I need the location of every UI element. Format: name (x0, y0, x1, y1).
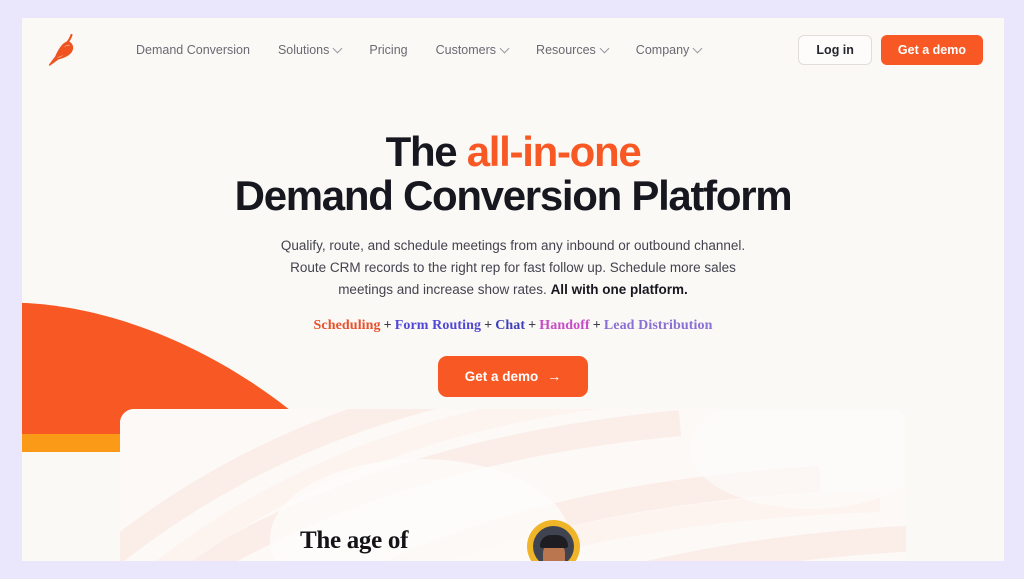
feature-separator: + (383, 317, 392, 333)
nav-item-solutions[interactable]: Solutions (264, 37, 355, 63)
nav-item-company[interactable]: Company (622, 37, 716, 63)
chili-pepper-logo-icon[interactable] (42, 30, 86, 74)
subhead-bold: All with one platform. (550, 282, 688, 298)
nav-item-resources[interactable]: Resources (522, 37, 622, 63)
avatar-inner (533, 526, 574, 561)
headline-plain: The (385, 128, 467, 175)
subhead-line-1: Qualify, route, and schedule meetings fr… (280, 238, 746, 254)
chevron-down-icon (599, 43, 610, 53)
nav-label: Customers (435, 43, 497, 57)
login-button[interactable]: Log in (798, 35, 872, 65)
feature-chat[interactable]: Chat (495, 318, 525, 333)
chevron-down-icon (499, 43, 510, 53)
nav-label: Pricing (369, 43, 408, 57)
subhead-line-2: Route CRM records to the right rep for f… (290, 260, 736, 276)
subhead-line-3: meetings and increase show rates. (338, 282, 551, 298)
screenshot-viewport: Demand Conversion Solutions Pricing Cust… (0, 0, 1024, 579)
avatar-hair (539, 535, 568, 548)
nav-label: Demand Conversion (136, 43, 250, 57)
hero-cta-wrap: Get a demo → (22, 355, 1004, 397)
feature-separator: + (528, 317, 537, 333)
chili-pepper-logo-svg (48, 33, 74, 66)
nav-links: Demand Conversion Solutions Pricing Cust… (136, 18, 715, 82)
hero-section: The all-in-one Demand Conversion Platfor… (22, 82, 1004, 397)
headline-accent: all-in-one (466, 128, 642, 175)
feature-scheduling[interactable]: Scheduling (314, 318, 381, 333)
feature-lead-distribution[interactable]: Lead Distribution (604, 318, 713, 333)
nav-item-pricing[interactable]: Pricing (355, 37, 421, 63)
feature-card: The age of (120, 409, 906, 561)
chevron-down-icon (692, 43, 703, 53)
main-navbar: Demand Conversion Solutions Pricing Cust… (22, 18, 1004, 82)
feature-form-routing[interactable]: Form Routing (395, 318, 481, 333)
nav-label: Resources (536, 43, 596, 57)
nav-label: Solutions (277, 43, 330, 57)
card-swirl-background (120, 409, 906, 561)
card-heading: The age of (300, 527, 409, 554)
chevron-down-icon (332, 43, 343, 53)
nav-item-demand-conversion[interactable]: Demand Conversion (136, 37, 264, 63)
get-demo-hero-button[interactable]: Get a demo → (437, 355, 589, 397)
headline-line2: Demand Conversion Platform (234, 171, 793, 219)
cta-label: Get a demo (464, 368, 539, 384)
get-demo-nav-button[interactable]: Get a demo (880, 35, 983, 65)
feature-separator: + (592, 317, 601, 333)
feature-handoff[interactable]: Handoff (539, 318, 590, 333)
arrow-right-icon: → (547, 368, 562, 385)
feature-separator: + (484, 317, 493, 333)
page-content: Demand Conversion Solutions Pricing Cust… (22, 18, 1004, 561)
nav-label: Company (635, 43, 690, 57)
nav-item-customers[interactable]: Customers (422, 37, 522, 63)
feature-keywords-list: Scheduling + Form Routing + Chat + Handoff + Lea… (22, 318, 1004, 334)
nav-actions: Log in Get a demo (798, 18, 983, 82)
page-title: The all-in-one Demand Conversion Platfor… (22, 130, 1004, 217)
hero-subheading: Qualify, route, and schedule meetings fr… (278, 235, 748, 301)
